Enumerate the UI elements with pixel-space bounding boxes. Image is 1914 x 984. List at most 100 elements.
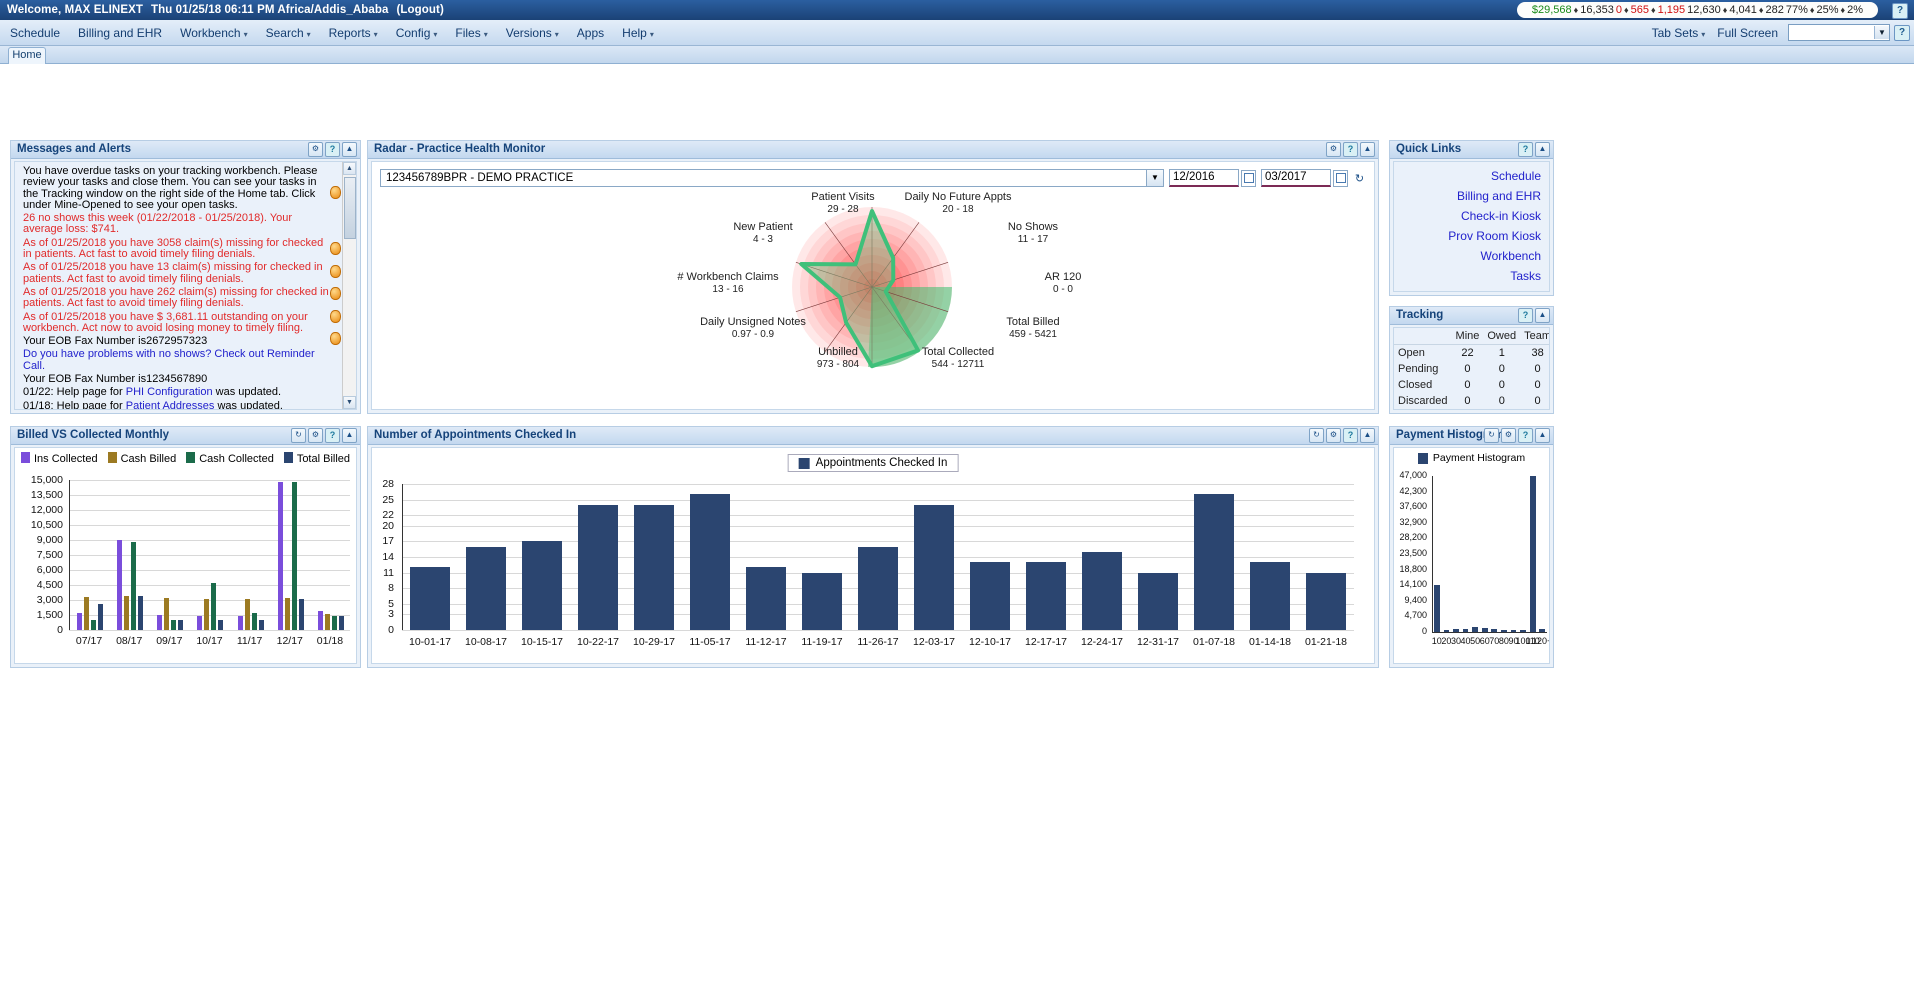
menu-item-search[interactable]: Search▾ <box>258 23 319 43</box>
messages-scrollbar[interactable]: ▲ ▼ <box>342 162 356 409</box>
full-screen-button[interactable]: Full Screen <box>1711 23 1784 43</box>
calendar-to-icon[interactable] <box>1333 170 1348 187</box>
gear-icon[interactable]: ⚙ <box>308 428 323 443</box>
cell-mine[interactable]: 0 <box>1452 377 1484 393</box>
table-row[interactable]: Closed000 <box>1394 377 1550 393</box>
cell-owed[interactable]: 0 <box>1483 377 1520 393</box>
quick-link-tasks[interactable]: Tasks <box>1394 266 1549 286</box>
legend-swatch <box>799 458 810 469</box>
calendar-from-icon[interactable] <box>1241 170 1256 187</box>
message-item[interactable]: As of 01/25/2018 you have 262 claim(s) m… <box>23 287 332 310</box>
quick-link-prov-room-kiosk[interactable]: Prov Room Kiosk <box>1394 226 1549 246</box>
cell-mine[interactable]: 22 <box>1452 345 1484 362</box>
legend-label: Ins Collected <box>34 453 98 465</box>
collapse-icon[interactable]: ▲ <box>1360 428 1375 443</box>
help-icon[interactable]: ? <box>1892 3 1908 19</box>
cell-owed[interactable]: 1 <box>1483 345 1520 362</box>
bar <box>91 620 96 631</box>
menu-item-versions[interactable]: Versions▾ <box>498 23 567 43</box>
quick-link-check-in-kiosk[interactable]: Check-in Kiosk <box>1394 206 1549 226</box>
bar <box>124 596 129 630</box>
message-link[interactable]: PHI Configuration <box>126 386 213 398</box>
menu-item-workbench[interactable]: Workbench▾ <box>172 23 256 43</box>
cell-team[interactable]: 0 <box>1520 393 1550 409</box>
gear-icon[interactable]: ⚙ <box>1326 428 1341 443</box>
menu-item-config[interactable]: Config▾ <box>388 23 446 43</box>
message-item[interactable]: You have overdue tasks on your tracking … <box>23 166 332 211</box>
table-row[interactable]: Pending000 <box>1394 361 1550 377</box>
menu-item-files[interactable]: Files▾ <box>447 23 495 43</box>
scroll-up-icon[interactable]: ▲ <box>343 162 356 175</box>
menu-item-reports[interactable]: Reports▾ <box>321 23 386 43</box>
table-row[interactable]: Open22138 <box>1394 345 1550 362</box>
collapse-icon[interactable]: ▲ <box>1535 142 1550 157</box>
help-icon[interactable]: ? <box>1518 142 1533 157</box>
refresh-icon[interactable]: ↻ <box>1484 428 1499 443</box>
message-item[interactable]: Do you have problems with no shows? Chec… <box>23 349 332 372</box>
practice-select[interactable]: 123456789BPR - DEMO PRACTICE ▼ <box>380 169 1164 187</box>
menu-item-apps[interactable]: Apps <box>569 23 612 43</box>
cell-owed[interactable]: 0 <box>1483 393 1520 409</box>
collapse-icon[interactable]: ▲ <box>342 142 357 157</box>
alert-icon <box>330 242 341 255</box>
y-axis-line <box>1432 476 1433 632</box>
message-item[interactable]: 01/22: Help page for PHI Configuration w… <box>23 387 332 398</box>
help-icon[interactable]: ? <box>1343 142 1358 157</box>
help-icon[interactable]: ? <box>1343 428 1358 443</box>
message-item[interactable]: Your EOB Fax Number is2672957323 <box>23 336 332 347</box>
menu-item-help[interactable]: Help▾ <box>614 23 662 43</box>
gridline <box>69 480 350 481</box>
cell-mine[interactable]: 0 <box>1452 393 1484 409</box>
menu-item-billing-and-ehr[interactable]: Billing and EHR <box>70 23 170 43</box>
help-icon[interactable]: ? <box>1518 308 1533 323</box>
message-item[interactable]: 26 no shows this week (01/22/2018 - 01/2… <box>23 213 332 236</box>
message-item[interactable]: 01/18: Help page for Patient Addresses w… <box>23 401 332 409</box>
collapse-icon[interactable]: ▲ <box>342 428 357 443</box>
table-row[interactable]: Discarded000 <box>1394 393 1550 409</box>
logout-link[interactable]: (Logout) <box>396 4 443 16</box>
collapse-icon[interactable]: ▲ <box>1535 308 1550 323</box>
cell-team[interactable]: 38 <box>1520 345 1550 362</box>
collapse-icon[interactable]: ▲ <box>1535 428 1550 443</box>
gear-icon[interactable]: ⚙ <box>1326 142 1341 157</box>
scroll-thumb[interactable] <box>344 177 356 239</box>
gear-icon[interactable]: ⚙ <box>308 142 323 157</box>
date-to-input[interactable]: 03/2017 <box>1261 169 1331 187</box>
refresh-icon[interactable]: ↻ <box>1309 428 1324 443</box>
help-icon[interactable]: ? <box>325 428 340 443</box>
menu-item-schedule[interactable]: Schedule <box>2 23 68 43</box>
message-item[interactable]: As of 01/25/2018 you have 3058 claim(s) … <box>23 238 332 261</box>
help-icon[interactable]: ? <box>1518 428 1533 443</box>
message-link[interactable]: Patient Addresses <box>126 400 215 409</box>
billed-chart-plot: 15,00013,50012,00010,5009,0007,5006,0004… <box>15 472 356 663</box>
message-item[interactable]: As of 01/25/2018 you have 13 claim(s) mi… <box>23 262 332 285</box>
help-icon[interactable]: ? <box>325 142 340 157</box>
radar-axis-name: No Shows <box>1008 221 1058 233</box>
refresh-icon[interactable]: ↻ <box>1353 171 1366 186</box>
radar-axis-value: 20 - 18 <box>903 204 1013 215</box>
date-from-input[interactable]: 12/2016 <box>1169 169 1239 187</box>
quick-link-billing-and-ehr[interactable]: Billing and EHR <box>1394 186 1549 206</box>
menu-items: ScheduleBilling and EHRWorkbench▾Search▾… <box>0 23 662 43</box>
tab-home[interactable]: Home <box>8 47 46 64</box>
message-item[interactable]: Your EOB Fax Number is1234567890 <box>23 374 332 385</box>
scroll-down-icon[interactable]: ▼ <box>343 396 356 409</box>
cell-mine[interactable]: 0 <box>1452 361 1484 377</box>
x-axis-tick-label: 12-10-17 <box>962 636 1018 648</box>
help-icon[interactable]: ? <box>1894 25 1910 41</box>
cell-team[interactable]: 0 <box>1520 361 1550 377</box>
collapse-icon[interactable]: ▲ <box>1360 142 1375 157</box>
tab-sets-menu[interactable]: Tab Sets▾ <box>1646 23 1712 43</box>
bar <box>1520 630 1526 632</box>
quick-link-workbench[interactable]: Workbench <box>1394 246 1549 266</box>
cell-owed[interactable]: 0 <box>1483 361 1520 377</box>
quick-link-schedule[interactable]: Schedule <box>1394 166 1549 186</box>
radar-body: 123456789BPR - DEMO PRACTICE ▼ 12/2016 0… <box>371 161 1375 410</box>
message-item[interactable]: As of 01/25/2018 you have $ 3,681.11 out… <box>23 312 332 335</box>
x-axis-tick-label: 11/17 <box>230 635 270 647</box>
refresh-icon[interactable]: ↻ <box>291 428 306 443</box>
quick-select-dropdown[interactable]: ▼ <box>1788 24 1890 41</box>
cell-team[interactable]: 0 <box>1520 377 1550 393</box>
gridline <box>402 484 1354 485</box>
gear-icon[interactable]: ⚙ <box>1501 428 1516 443</box>
